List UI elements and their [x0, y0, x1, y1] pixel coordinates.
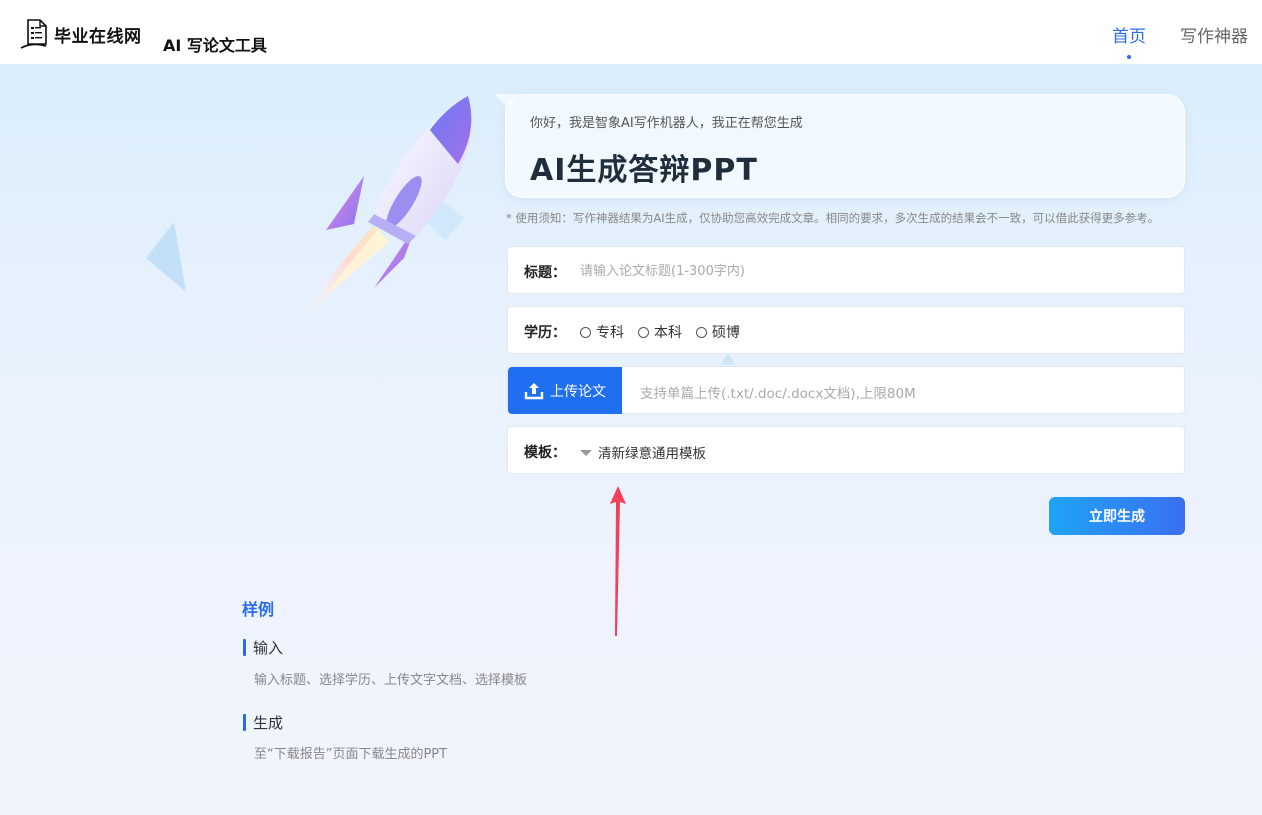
dropdown-caret-icon: [580, 450, 592, 456]
upload-icon: [524, 382, 544, 399]
upload-button-label: 上传论文: [550, 383, 606, 400]
radio-circle-icon: [696, 326, 707, 338]
nav-writing-tools-label: 写作神器: [1180, 27, 1248, 47]
radio-associate[interactable]: 专科: [580, 322, 624, 342]
top-header: 毕业在线网 AI 写论文工具 首页 写作神器: [0, 0, 1262, 64]
example-step-input-heading: 输入: [253, 639, 284, 657]
nav-home[interactable]: 首页: [1112, 22, 1146, 59]
education-row: 学历： 专科 本科 硕博: [507, 306, 1185, 354]
title-input[interactable]: [578, 257, 1162, 285]
site-logo[interactable]: 毕业在线网: [20, 18, 142, 50]
radio-circle-icon: [638, 326, 649, 338]
nav-writing-tools[interactable]: 写作神器: [1180, 22, 1248, 47]
template-value: 清新绿意通用模板: [598, 446, 706, 462]
triangle-decoration: [146, 222, 186, 292]
usage-notice: * 使用须知：写作神器结果为AI生成，仅协助您高效完成文章。相同的要求，多次生成…: [506, 211, 1160, 225]
examples-title: 样例: [242, 600, 275, 619]
title-label: 标题：: [524, 265, 566, 281]
radio-bachelor[interactable]: 本科: [638, 322, 682, 342]
radio-associate-label: 专科: [596, 325, 624, 341]
example-step-generate-heading: 生成: [253, 714, 284, 732]
radio-graduate[interactable]: 硕博: [696, 322, 740, 342]
example-step-generate: 生成: [243, 712, 283, 733]
template-label: 模板：: [524, 445, 566, 461]
education-radio-group: 专科 本科 硕博: [580, 322, 754, 342]
active-indicator-dot: [1127, 55, 1131, 59]
generate-button[interactable]: 立即生成: [1049, 497, 1185, 535]
template-row: 模板： 清新绿意通用模板: [507, 426, 1185, 474]
rocket-illustration: [302, 96, 472, 320]
section-marker: [243, 714, 246, 731]
annotation-arrow-icon: [610, 486, 626, 636]
radio-circle-icon: [580, 326, 591, 338]
greeting-bubble: 你好，我是智象AI写作机器人，我正在帮您生成 AI生成答辩PPT: [505, 94, 1185, 198]
document-logo-icon: [20, 19, 47, 49]
page-title: AI生成答辩PPT: [530, 153, 758, 188]
triangle-decoration-small: [721, 352, 735, 365]
upload-row: 上传论文 支持单篇上传(.txt/.doc/.docx文档),上限80M: [507, 366, 1185, 414]
tool-subtitle: AI 写论文工具: [163, 36, 267, 55]
example-step-input-desc: 输入标题、选择学历、上传文字文档、选择模板: [254, 673, 528, 688]
greeting-subtitle: 你好，我是智象AI写作机器人，我正在帮您生成: [530, 116, 803, 131]
example-step-generate-desc: 至“下载报告”页面下载生成的PPT: [254, 747, 448, 762]
title-row: 标题：: [507, 246, 1185, 294]
radio-bachelor-label: 本科: [654, 325, 682, 341]
main-nav: 首页 写作神器: [1112, 22, 1262, 59]
section-marker: [243, 639, 246, 656]
education-label: 学历：: [524, 325, 566, 341]
template-select[interactable]: 清新绿意通用模板: [580, 442, 706, 462]
nav-home-label: 首页: [1112, 27, 1146, 47]
upload-hint: 支持单篇上传(.txt/.doc/.docx文档),上限80M: [640, 386, 916, 402]
upload-paper-button[interactable]: 上传论文: [508, 367, 622, 414]
radio-graduate-label: 硕博: [712, 325, 740, 341]
example-step-input: 输入: [243, 637, 283, 658]
logo-text: 毕业在线网: [54, 26, 142, 47]
